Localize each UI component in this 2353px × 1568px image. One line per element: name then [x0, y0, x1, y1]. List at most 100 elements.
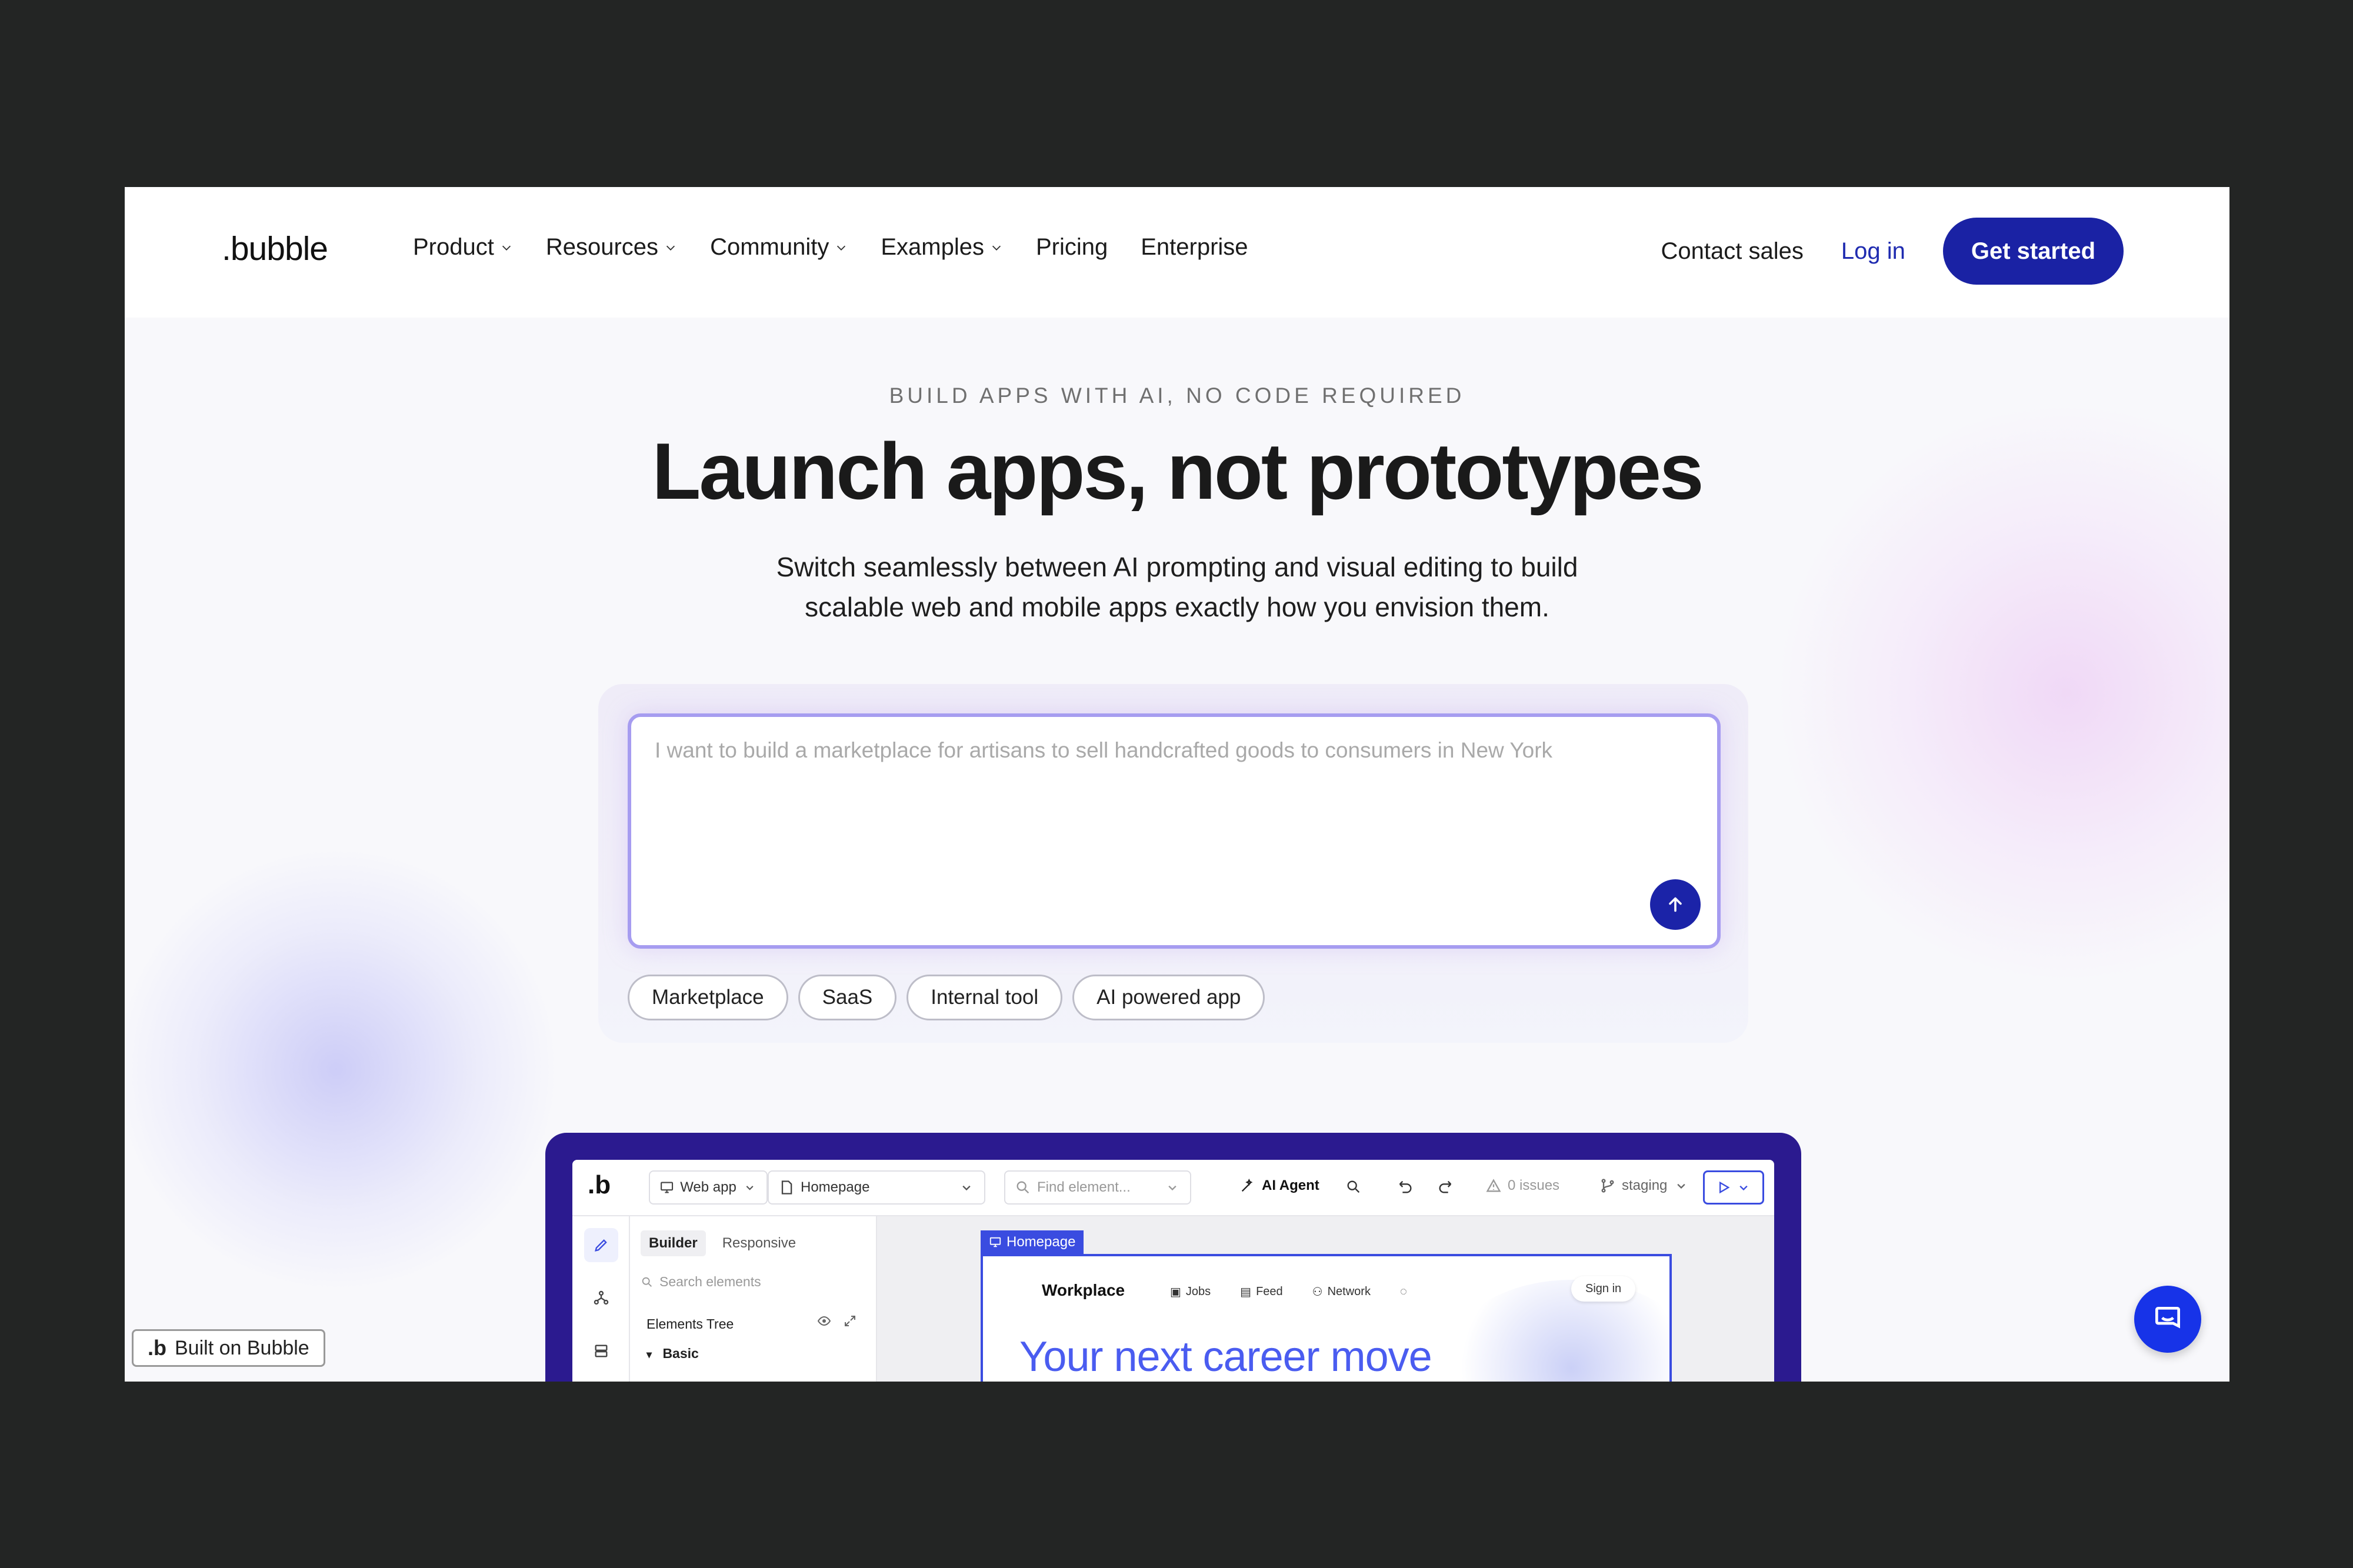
get-started-button[interactable]: Get started	[1942, 218, 2124, 285]
redo-icon[interactable]	[1437, 1179, 1454, 1195]
prompt-placeholder: I want to build a marketplace for artisa…	[655, 738, 1553, 762]
chevron-down-icon	[502, 245, 511, 251]
expand-icon[interactable]	[843, 1314, 857, 1328]
chip-internal-tool[interactable]: Internal tool	[906, 975, 1063, 1020]
canvas-nav: ▣ Jobs ▤ Feed ⚇ Network ◌	[1170, 1285, 1407, 1299]
find-element-input[interactable]: Find element...	[1004, 1170, 1191, 1205]
editor-logo: .b	[588, 1170, 611, 1199]
tab-responsive[interactable]: Responsive	[714, 1230, 804, 1256]
search-icon[interactable]	[1345, 1179, 1362, 1195]
hero-eyebrow: BUILD APPS WITH AI, NO CODE REQUIRED	[889, 383, 1465, 408]
branch-icon	[1601, 1179, 1614, 1193]
canvas-nav-network: ⚇ Network	[1312, 1285, 1371, 1299]
search-elements-input[interactable]: Search elements	[641, 1274, 761, 1290]
page-select[interactable]: Homepage	[768, 1170, 985, 1205]
hero-subtitle: Switch seamlessly between AI prompting a…	[125, 547, 2229, 627]
play-icon	[1719, 1181, 1730, 1194]
editor-sidebar	[572, 1216, 630, 1382]
nav-enterprise-label: Enterprise	[1141, 234, 1248, 260]
search-elements-placeholder: Search elements	[659, 1274, 761, 1289]
chip-saas[interactable]: SaaS	[798, 975, 897, 1020]
canvas-nav-jobs: ▣ Jobs	[1170, 1285, 1211, 1299]
issues-label: 0 issues	[1508, 1177, 1560, 1193]
hero-subtitle-line-2: scalable web and mobile apps exactly how…	[805, 592, 1549, 622]
homepage-tag[interactable]: Homepage	[981, 1230, 1084, 1254]
nav-pricing[interactable]: Pricing	[1036, 234, 1108, 261]
hero-subtitle-line-1: Switch seamlessly between AI prompting a…	[776, 552, 1578, 582]
data-tab-button[interactable]	[584, 1334, 618, 1368]
bubble-b-icon: .b	[148, 1336, 166, 1360]
main-nav: Product Resources Community Examples Pri…	[413, 234, 1248, 261]
caret-down-icon: ▾	[646, 1349, 652, 1360]
bubble-logo[interactable]: .bubble	[222, 229, 328, 268]
issues-indicator[interactable]: 0 issues	[1485, 1177, 1559, 1194]
find-element-placeholder: Find element...	[1037, 1179, 1131, 1195]
contact-sales-link[interactable]: Contact sales	[1661, 238, 1804, 265]
elements-tree-heading: Elements Tree	[646, 1316, 734, 1332]
built-on-bubble-label: Built on Bubble	[175, 1336, 309, 1359]
preview-button[interactable]	[1703, 1170, 1764, 1205]
panel-tabs: Builder Responsive	[641, 1230, 804, 1256]
site-header: .bubble Product Resources Community Exam…	[125, 187, 2229, 318]
nav-examples[interactable]: Examples	[881, 234, 1003, 261]
chevron-down-icon	[837, 245, 846, 251]
built-on-bubble-badge[interactable]: .b Built on Bubble	[132, 1329, 325, 1367]
hero-headline: Launch apps, not prototypes	[652, 426, 1704, 516]
workplace-brand: Workplace	[1042, 1281, 1125, 1299]
basic-group-label: Basic	[662, 1346, 699, 1361]
prompt-input[interactable]: I want to build a marketplace for artisa…	[628, 713, 1721, 949]
workflow-tab-button[interactable]	[584, 1281, 618, 1315]
send-button[interactable]	[1650, 879, 1701, 930]
app-type-select[interactable]: Web app	[649, 1170, 768, 1205]
ai-agent-button[interactable]: AI Agent	[1239, 1177, 1319, 1194]
design-tab-button[interactable]	[584, 1228, 618, 1262]
editor-canvas: Homepage Workplace ▣ Jobs ▤ Feed ⚇ Network …	[877, 1216, 1774, 1382]
homepage-frame[interactable]: Workplace ▣ Jobs ▤ Feed ⚇ Network ◌ Sign in…	[981, 1254, 1672, 1382]
monitor-icon	[989, 1237, 1001, 1247]
nav-pricing-label: Pricing	[1035, 234, 1108, 260]
briefcase-icon: ▣	[1170, 1286, 1181, 1299]
editor-window: .b Web app Homepage Find element... AI A…	[572, 1160, 1774, 1382]
nav-community[interactable]: Community	[710, 234, 848, 261]
prompt-container: I want to build a marketplace for artisa…	[598, 684, 1748, 1043]
editor-toolbar: .b Web app Homepage Find element... AI A…	[572, 1160, 1774, 1216]
app-type-label: Web app	[680, 1179, 736, 1195]
canvas-signin-button: Sign in	[1571, 1276, 1636, 1302]
nav-product-label: Product	[413, 234, 494, 260]
editor-preview: .b Web app Homepage Find element... AI A…	[545, 1133, 1801, 1382]
nav-community-label: Community	[710, 234, 829, 260]
nav-resources[interactable]: Resources	[546, 234, 677, 261]
login-link[interactable]: Log in	[1841, 238, 1905, 265]
canvas-nav-jobs-label: Jobs	[1185, 1285, 1211, 1298]
arrow-up-icon	[1669, 897, 1682, 912]
chat-button[interactable]	[2134, 1286, 2201, 1353]
database-icon	[595, 1345, 608, 1357]
pencil-icon	[595, 1239, 607, 1252]
browser-viewport: .bubble Product Resources Community Exam…	[125, 187, 2229, 1382]
chip-marketplace[interactable]: Marketplace	[628, 975, 788, 1020]
nav-resources-label: Resources	[545, 234, 659, 260]
tab-builder[interactable]: Builder	[641, 1230, 706, 1256]
chevron-down-icon	[746, 1186, 754, 1190]
nav-examples-label: Examples	[881, 234, 984, 260]
canvas-hero-text: Your next career move	[1019, 1333, 1432, 1380]
nav-enterprise[interactable]: Enterprise	[1141, 234, 1248, 261]
chevron-down-icon	[1739, 1185, 1748, 1191]
warning-icon	[1486, 1179, 1501, 1192]
chip-ai-powered-app[interactable]: AI powered app	[1072, 975, 1265, 1020]
undo-icon[interactable]	[1397, 1179, 1414, 1195]
search-icon	[642, 1277, 652, 1287]
chevron-down-icon	[1168, 1185, 1176, 1191]
elements-panel: Builder Responsive Search elements Eleme…	[630, 1216, 877, 1382]
chevron-down-icon	[992, 245, 1001, 251]
people-icon: ⚇	[1312, 1286, 1323, 1299]
workflow-icon	[594, 1290, 609, 1305]
monitor-icon	[661, 1182, 674, 1193]
eye-icon[interactable]	[817, 1314, 831, 1328]
nav-product[interactable]: Product	[413, 234, 513, 261]
basic-group[interactable]: ▾ Basic	[646, 1346, 699, 1362]
search-icon	[1016, 1181, 1029, 1194]
suggestion-chips: Marketplace SaaS Internal tool AI powere…	[628, 975, 1265, 1020]
branch-select[interactable]: staging	[1599, 1177, 1689, 1194]
page-select-label: Homepage	[801, 1179, 870, 1195]
